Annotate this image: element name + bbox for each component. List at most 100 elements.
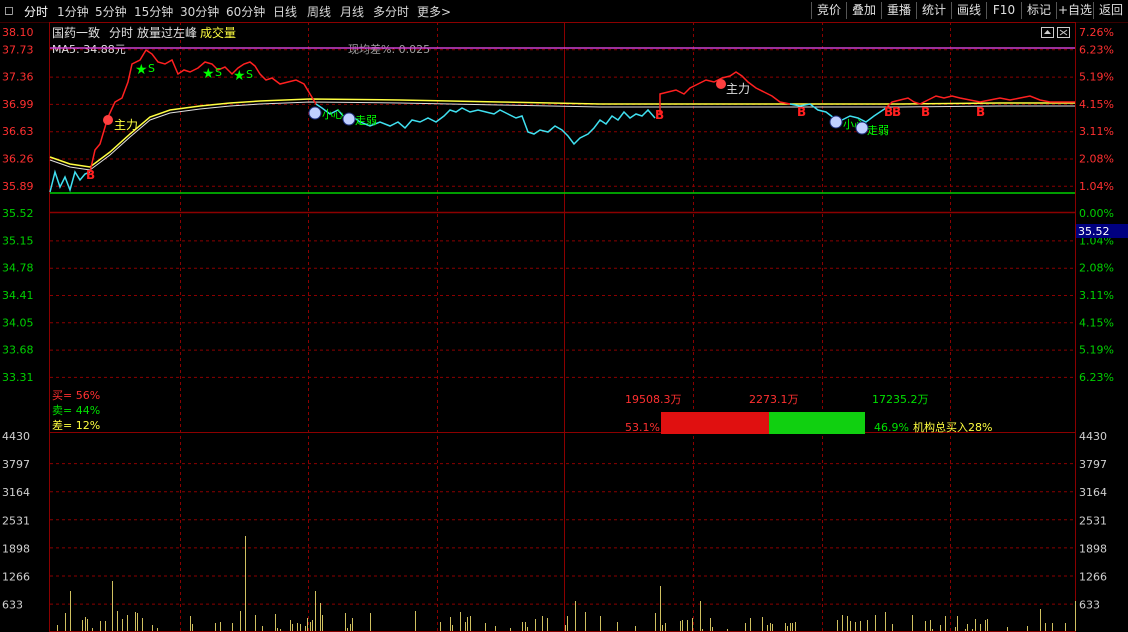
pct-tick-label: 3.11% [1079,289,1114,302]
back-button[interactable]: 返回 [1093,2,1128,19]
flow-note: 机构总买入28% [913,420,992,434]
f10-button[interactable]: F10 [986,2,1021,19]
mark-button[interactable]: 标记 [1021,2,1056,19]
pct-tick-label: 6.23% [1079,371,1114,384]
current-price-value: 35.52 [1078,225,1110,238]
tab-1min[interactable]: 1分钟 [57,3,89,20]
close-icon[interactable] [1057,27,1070,38]
diff-label: 现均差%: 0.025 [348,42,430,56]
volume-axis-right: 4430 3797 3164 2531 1898 1266 633 [1079,430,1107,612]
auction-button[interactable]: 竞价 [811,2,846,19]
statistics-button[interactable]: 统计 [916,2,951,19]
svg-text:★: ★ [233,68,246,84]
svg-text:主力: 主力 [726,82,750,96]
buy-signal: B [655,108,664,122]
volume-tick-label: 4430 [2,430,30,443]
price-tick-label: 33.31 [2,371,34,384]
add-watchlist-button[interactable]: +自选 [1056,2,1093,19]
main-force-signal: 主力 [716,79,750,96]
tab-more[interactable]: 更多> [417,3,451,20]
expand-icon[interactable] [1041,27,1054,38]
svg-text:小心: 小心 [322,108,344,121]
price-tick-label: 37.36 [2,71,34,84]
flow-left-amount: 19508.3万 [625,393,682,406]
intraday-chart[interactable]: 国药一致 分时 放量过左峰 成交量 MA5: 34.88元 现均差%: 0.02… [0,22,1128,632]
buy-signal: B [976,105,985,119]
svg-text:主力: 主力 [114,118,138,132]
pct-tick-label: 3.11% [1079,125,1114,138]
diff-ratio: 差= 12% [52,418,100,432]
period-toolbar: ◻ 分时 1分钟 5分钟 15分钟 30分钟 60分钟 日线 周线 月线 多分时… [0,0,1128,23]
svg-text:S: S [215,66,222,79]
price-tick-label: 37.73 [2,43,34,56]
pct-tick-label: 2.08% [1079,262,1114,275]
buy-signal: B [86,168,95,182]
sell-signal: ★ S [202,66,222,82]
price-tick-label: 35.89 [2,180,34,193]
volume-tick-label: 1898 [2,542,30,555]
volume-tick-label: 3164 [2,486,30,499]
pct-tick-label: 4.15% [1079,316,1114,329]
buy-ratio: 买= 56% [52,389,100,402]
tab-fenshi[interactable]: 分时 [24,3,48,20]
signal-markers: ★ S ★ S ★ S 主力 主力 小心 走弱 小心 走弱 B B B B B … [86,62,985,182]
price-line-segment [49,169,91,193]
flow-sell-bar [769,412,865,434]
svg-text:★: ★ [135,62,148,78]
replay-button[interactable]: 重播 [881,2,916,19]
pct-tick-label: 4.15% [1079,98,1114,111]
price-tick-label: 38.10 [2,26,34,39]
flow-right-pct: 46.9% [874,421,909,434]
price-tick-label: 36.26 [2,153,34,166]
volume-tick-label: 3797 [1079,458,1107,471]
volume-tick-label: 1266 [1079,571,1107,584]
tab-30min[interactable]: 30分钟 [180,3,219,20]
ma5-label: MA5: 34.88元 [52,43,126,56]
period-label: 分时 [109,26,133,40]
tab-60min[interactable]: 60分钟 [226,3,265,20]
price-tick-label: 34.78 [2,262,34,275]
pct-tick-label: 0.00% [1079,207,1114,220]
tab-weekly[interactable]: 周线 [307,3,331,20]
pct-tick-label: 6.23% [1079,43,1114,56]
pct-tick-label: 1.04% [1079,180,1114,193]
menu-icon[interactable]: ◻ [4,3,14,17]
sell-signal: ★ S [135,62,155,78]
price-tick-label: 36.99 [2,98,34,111]
tab-15min[interactable]: 15分钟 [134,3,173,20]
tab-monthly[interactable]: 月线 [340,3,364,20]
stock-name: 国药一致 [52,26,100,40]
draw-line-button[interactable]: 画线 [951,2,986,19]
tab-multi-fenshi[interactable]: 多分时 [373,3,409,20]
tab-5min[interactable]: 5分钟 [95,3,127,20]
volume-tick-label: 1898 [1079,542,1107,555]
price-tick-label: 35.15 [2,234,34,247]
indicator-label: 放量过左峰 [137,25,197,40]
pct-axis-right: 7.26% 6.23% 5.19% 4.15% 3.11% 2.08% 1.04% 0.00%… [1079,26,1114,384]
overlay-button[interactable]: 叠加 [846,2,881,19]
weak-signal: 走弱 [342,112,377,127]
volume-bars [57,536,1076,631]
sell-signal: ★ S [233,68,253,84]
careful-signal: 小心 [308,106,344,121]
svg-text:S: S [246,68,253,81]
volume-tick-label: 633 [1079,599,1100,612]
price-tick-label: 36.63 [2,125,34,138]
pct-tick-label: 5.19% [1079,71,1114,84]
time-grid [180,22,951,632]
volume-label: 成交量 [200,25,236,40]
weak-signal: 走弱 [855,121,889,137]
flow-buy-bar [661,412,769,434]
price-axis-left: 38.10 37.73 37.36 36.99 36.63 36.26 35.89 35.52… [2,26,34,384]
pct-tick-label: 5.19% [1079,344,1114,357]
svg-text:走弱: 走弱 [867,124,889,137]
price-tick-label: 33.68 [2,344,34,357]
svg-text:S: S [148,62,155,75]
pct-tick-label: 7.26% [1079,26,1114,39]
buy-signal: B [921,105,930,119]
sell-ratio: 卖= 44% [52,404,100,417]
buy-signal: B [797,105,806,119]
tab-daily[interactable]: 日线 [273,3,297,20]
volume-axis-left: 4430 3797 3164 2531 1898 1266 633 [2,430,1075,612]
volume-tick-label: 1266 [2,571,30,584]
